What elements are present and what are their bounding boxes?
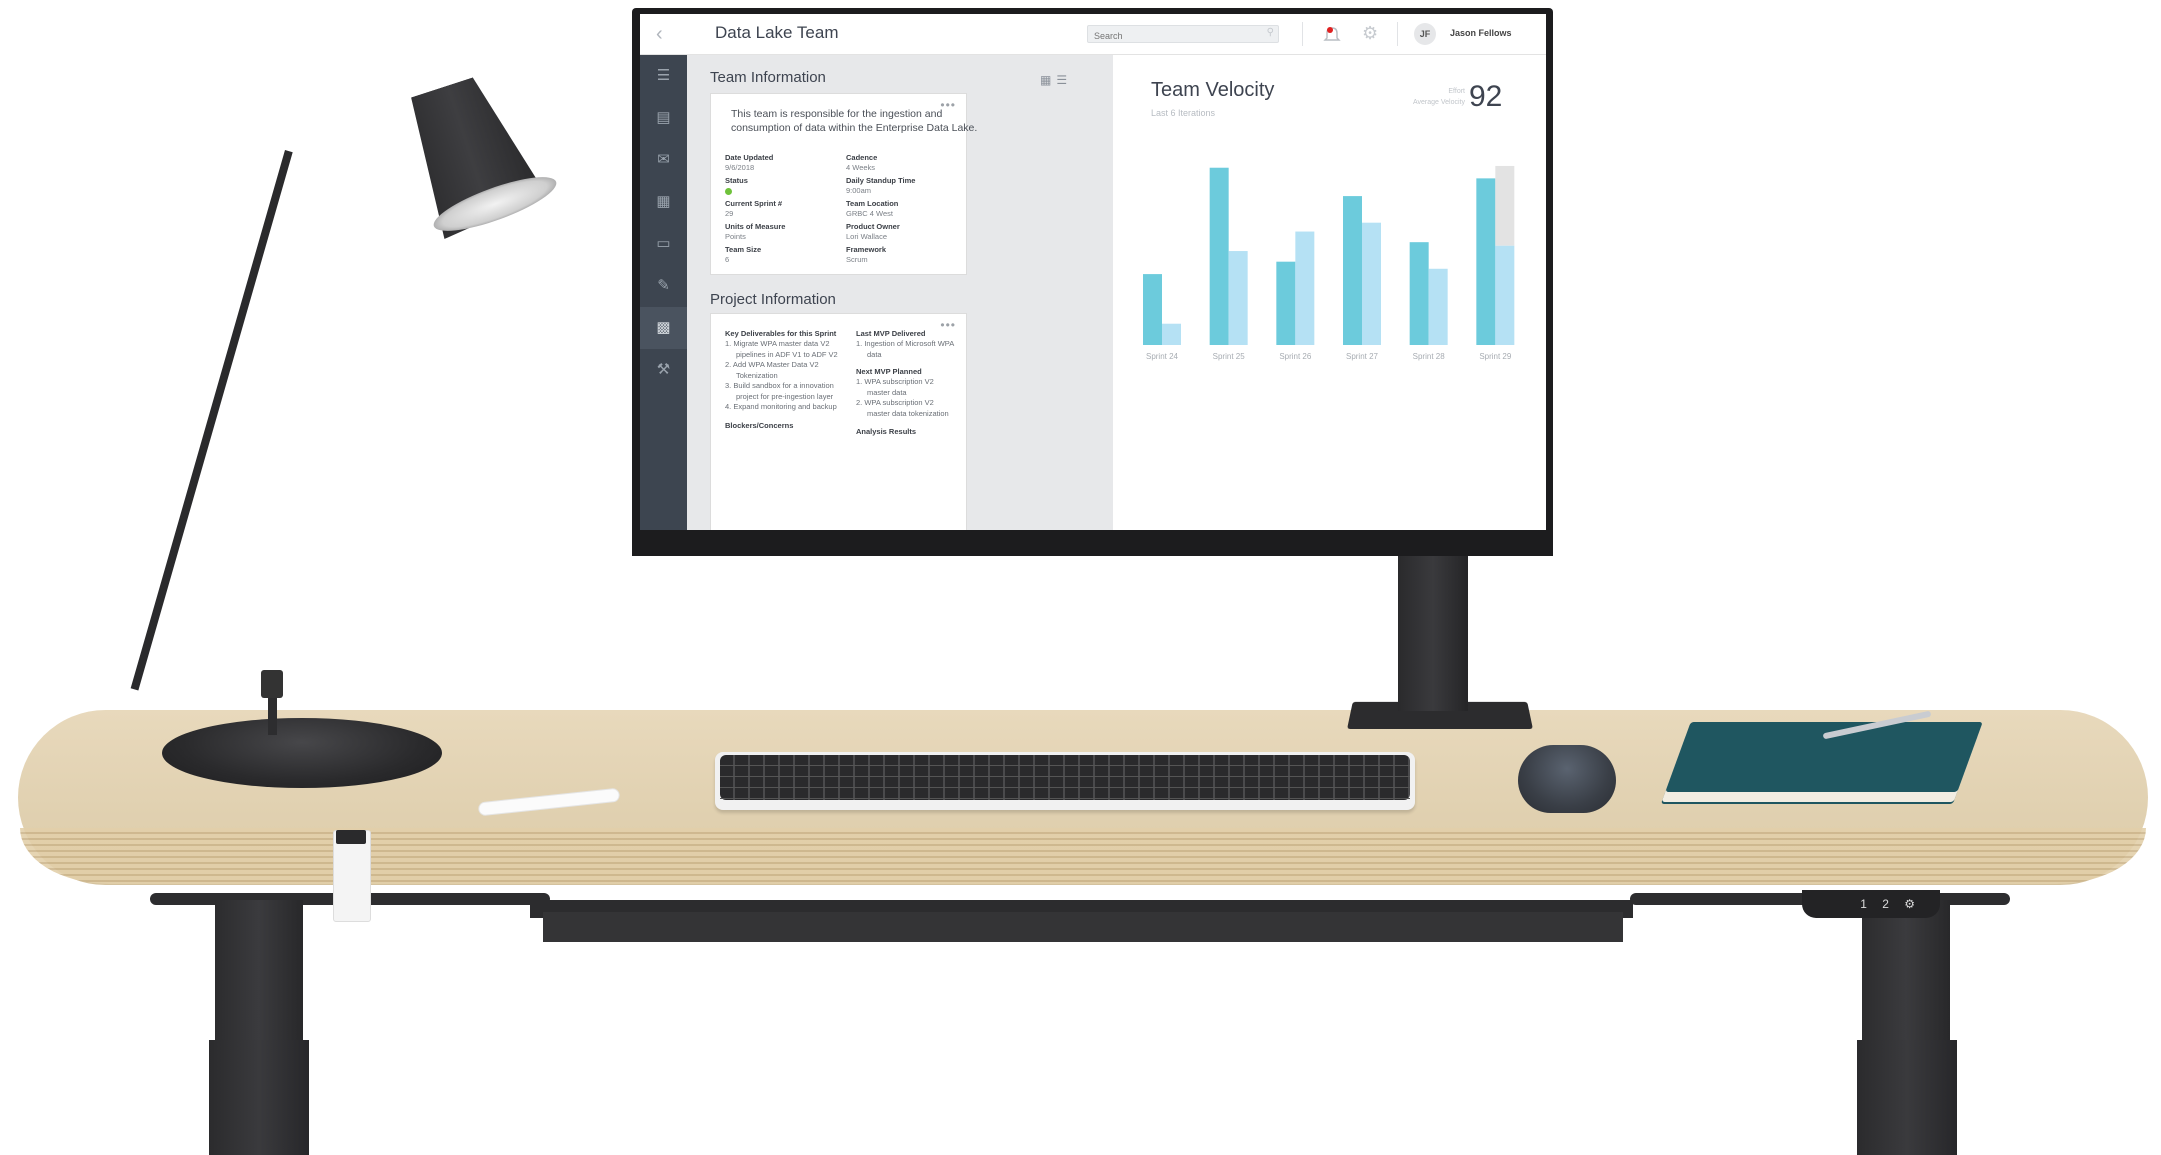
- bar-series-2: [1428, 268, 1448, 345]
- team-panel: Team Information ▦☰ ••• This team is res…: [687, 55, 1113, 530]
- header-divider: [1397, 22, 1398, 46]
- status-indicator: [725, 188, 732, 195]
- team-description: This team is responsible for the ingesti…: [731, 108, 978, 134]
- bar-series-1: [1143, 274, 1162, 345]
- search-box[interactable]: ⚲: [1087, 25, 1279, 44]
- lamp-knob: [261, 670, 283, 698]
- grid-view-icon[interactable]: ▦: [1040, 73, 1056, 87]
- view-toggle[interactable]: ▦☰: [1040, 73, 1072, 87]
- list-item: 2. Add WPA Master Data V2 Tokenization: [725, 360, 819, 380]
- search-input[interactable]: [1088, 28, 1260, 44]
- bar-series-2: [1162, 323, 1181, 345]
- average-velocity-value: 92: [1469, 80, 1503, 113]
- x-tick-label: Sprint 28: [1413, 352, 1446, 361]
- team-info-title: Team Information: [710, 69, 826, 86]
- app-header: ‹ Data Lake Team ⚲ ⚙ JF Jason Fellows: [640, 14, 1546, 55]
- gear-icon[interactable]: ⚙: [1362, 24, 1378, 42]
- back-arrow-icon[interactable]: ‹: [656, 24, 663, 44]
- velocity-subtitle: Last 6 Iterations: [1151, 108, 1216, 118]
- notification-bell-icon[interactable]: [1321, 23, 1343, 45]
- lamp-arm: [130, 150, 293, 691]
- x-tick-label: Sprint 27: [1346, 352, 1379, 361]
- x-tick-label: Sprint 29: [1479, 352, 1512, 361]
- effort-label: Effort: [1448, 88, 1465, 95]
- bar-series-1: [1343, 196, 1362, 345]
- bar-series-1: [1276, 261, 1296, 345]
- sidebar-calendar-icon[interactable]: ▦: [640, 181, 687, 223]
- sidebar-wrench-icon[interactable]: ⚒: [640, 349, 687, 391]
- field-location: Team Location GRBC 4 West: [846, 199, 899, 218]
- monitor-stand: [1398, 556, 1468, 711]
- team-info-card: ••• This team is responsible for the ing…: [710, 93, 977, 275]
- velocity-panel: Team Velocity Last 6 Iterations Effort A…: [1113, 55, 1546, 530]
- field-standup: Daily Standup Time 9:00am: [846, 176, 916, 195]
- velocity-title: Team Velocity: [1151, 79, 1275, 101]
- screen: ‹ Data Lake Team ⚲ ⚙ JF Jason Fellows ☰ …: [640, 14, 1546, 530]
- sidebar-menu-icon[interactable]: ☰: [640, 55, 687, 97]
- deliverables-list: Key Deliverables for this Sprint 1. Migr…: [725, 328, 840, 431]
- bar-series-2: [1295, 231, 1315, 345]
- notification-dot: [1327, 27, 1333, 33]
- height-controller[interactable]: 1 2 ⚙: [1802, 890, 1940, 918]
- project-info-title: Project Information: [710, 291, 836, 308]
- list-item: 1. Ingestion of Microsoft WPA data: [856, 339, 954, 359]
- sidebar: ☰ ▤ ✉ ▦ ▭ ✎ ▩ ⚒: [640, 55, 687, 530]
- desk-leg-right-lower: [1857, 1040, 1957, 1155]
- list-item: 2. WPA subscription V2 master data token…: [856, 398, 949, 418]
- velocity-chart: Sprint 24 Sprint 25 Sprint 26 Sprint 27 Spri…: [1143, 165, 1515, 361]
- project-info-card: ••• Key Deliverables for this Sprint 1. …: [710, 313, 967, 530]
- x-tick-label: Sprint 25: [1213, 352, 1246, 361]
- monitor-bezel: [632, 530, 1553, 556]
- field-cadence: Cadence 4 Weeks: [846, 153, 878, 172]
- sidebar-folder-icon[interactable]: ▭: [640, 223, 687, 265]
- bar-series-1: [1209, 167, 1229, 345]
- bar-series-2: [1228, 251, 1248, 345]
- bar-series-2: [1495, 245, 1515, 345]
- field-owner: Product Owner Lori Wallace: [846, 222, 900, 241]
- header-divider: [1302, 22, 1303, 46]
- page-title: Data Lake Team: [715, 23, 839, 42]
- mouse[interactable]: [1518, 745, 1616, 813]
- desk-leg-left-lower: [209, 1040, 309, 1155]
- average-velocity-label: Average Velocity: [1412, 99, 1465, 106]
- list-view-icon[interactable]: ☰: [1056, 73, 1072, 87]
- sidebar-edit-icon[interactable]: ✎: [640, 265, 687, 307]
- sidebar-mail-icon[interactable]: ✉: [640, 139, 687, 181]
- bar-series-1: [1476, 178, 1496, 345]
- felt-panel: [543, 912, 1623, 942]
- list-item: 1. WPA subscription V2 master data: [856, 377, 934, 397]
- x-tick-label: Sprint 26: [1279, 352, 1312, 361]
- search-icon[interactable]: ⚲: [1267, 27, 1274, 38]
- bar-series-1: [1409, 242, 1429, 345]
- list-item: 3. Build sandbox for a innovation projec…: [725, 381, 834, 401]
- user-name[interactable]: Jason Fellows: [1450, 28, 1512, 38]
- sidebar-chart-icon[interactable]: ▩: [640, 307, 687, 349]
- list-item: 4. Expand monitoring and backup: [725, 402, 837, 411]
- mvp-list: Last MVP Delivered 1. Ingestion of Micro…: [856, 328, 956, 437]
- list-item: 1. Migrate WPA master data V2 pipelines …: [725, 339, 838, 359]
- x-tick-label: Sprint 24: [1146, 352, 1179, 361]
- field-framework: Framework Scrum: [846, 245, 887, 264]
- lamp-base: [162, 718, 442, 788]
- bar-stacked-top: [1495, 165, 1515, 246]
- bar-series-2: [1362, 222, 1381, 345]
- keyboard-keys[interactable]: [720, 755, 1410, 800]
- sidebar-dashboard-icon[interactable]: ▤: [640, 97, 687, 139]
- avatar[interactable]: JF: [1414, 23, 1436, 45]
- usb-device-cap: [336, 830, 366, 844]
